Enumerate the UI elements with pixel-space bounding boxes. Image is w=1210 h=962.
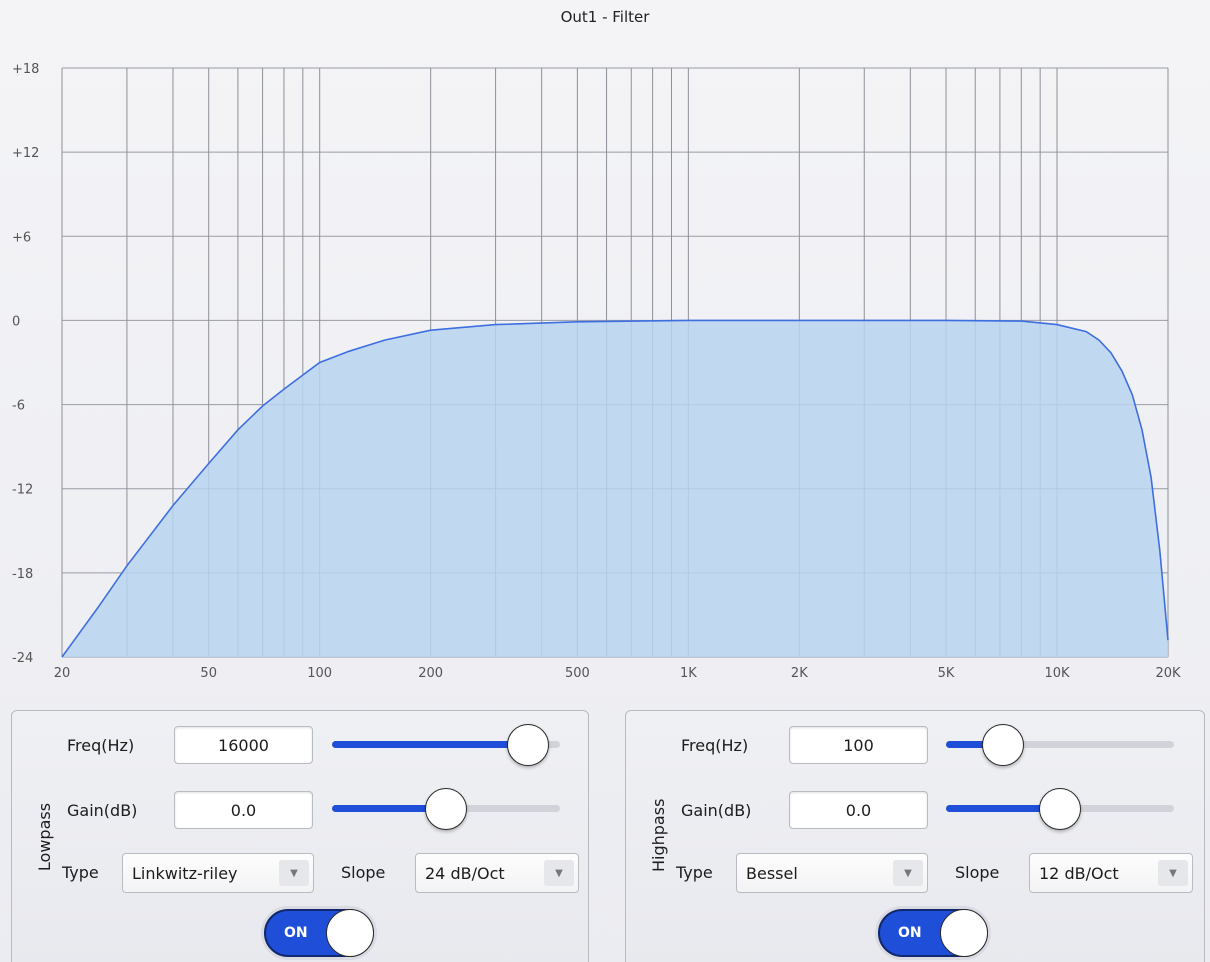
lowpass-freq-slider[interactable]: [332, 724, 560, 766]
highpass-gain-input[interactable]: [789, 791, 928, 829]
x-tick-label: 20K: [1155, 666, 1181, 681]
lowpass-gain-label: Gain(dB): [67, 801, 138, 820]
x-tick-label: 1K: [680, 666, 697, 681]
lowpass-type-dropdown[interactable]: Linkwitz-riley ▼: [122, 853, 314, 893]
chevron-down-icon[interactable]: ▼: [893, 860, 923, 886]
highpass-slope-dropdown[interactable]: 12 dB/Oct ▼: [1029, 853, 1193, 893]
response-area: [62, 320, 1168, 657]
toggle-on-label: ON: [898, 925, 922, 941]
chevron-down-icon[interactable]: ▼: [544, 860, 574, 886]
slider-thumb[interactable]: [425, 788, 467, 830]
x-tick-label: 2K: [791, 666, 808, 681]
lowpass-freq-input[interactable]: [174, 726, 313, 764]
highpass-slope-value: 12 dB/Oct: [1039, 864, 1119, 883]
highpass-type-dropdown[interactable]: Bessel ▼: [736, 853, 928, 893]
x-tick-label: 5K: [938, 666, 955, 681]
lowpass-label: Lowpass: [35, 802, 54, 872]
toggle-knob: [326, 909, 374, 957]
y-tick-label: -18: [12, 567, 33, 582]
highpass-label: Highpass: [649, 798, 668, 872]
highpass-type-label: Type: [676, 863, 713, 882]
lowpass-slope-label: Slope: [341, 863, 386, 882]
slider-thumb[interactable]: [1039, 788, 1081, 830]
y-tick-label: -12: [12, 483, 33, 498]
chevron-down-icon[interactable]: ▼: [1158, 860, 1188, 886]
lowpass-gain-input[interactable]: [174, 791, 313, 829]
highpass-on-toggle[interactable]: ON: [878, 909, 988, 957]
lowpass-slope-value: 24 dB/Oct: [425, 864, 505, 883]
highpass-gain-label: Gain(dB): [681, 801, 752, 820]
y-tick-label: -6: [12, 399, 25, 414]
y-tick-label: +12: [12, 146, 39, 161]
x-tick-label: 50: [200, 666, 217, 681]
lowpass-slope-dropdown[interactable]: 24 dB/Oct ▼: [415, 853, 579, 893]
lowpass-type-value: Linkwitz-riley: [132, 864, 238, 883]
y-tick-label: +6: [12, 230, 31, 245]
lowpass-type-label: Type: [62, 863, 99, 882]
highpass-slope-label: Slope: [955, 863, 1000, 882]
slider-thumb[interactable]: [982, 724, 1024, 766]
slider-fill: [332, 741, 529, 748]
highpass-freq-input[interactable]: [789, 726, 928, 764]
x-tick-label: 100: [307, 666, 332, 681]
highpass-panel: Highpass Freq(Hz) Gain(dB) Type Bessel ▼…: [625, 710, 1205, 962]
highpass-freq-slider[interactable]: [946, 724, 1174, 766]
x-tick-label: 10K: [1044, 666, 1070, 681]
lowpass-gain-slider[interactable]: [332, 788, 560, 830]
y-tick-label: 0: [12, 314, 20, 329]
lowpass-panel: Lowpass Freq(Hz) Gain(dB) Type Linkwitz-…: [11, 710, 589, 962]
toggle-knob: [940, 909, 988, 957]
x-tick-label: 20: [54, 666, 71, 681]
lowpass-on-toggle[interactable]: ON: [264, 909, 374, 957]
y-tick-label: +18: [12, 62, 39, 77]
highpass-freq-label: Freq(Hz): [681, 736, 749, 755]
x-tick-label: 500: [565, 666, 590, 681]
frequency-response-chart[interactable]: +18 +12 +6 0 -6 -12 -18 -24 20 50 100 200 500 1K 2K 5K 1…: [0, 0, 1210, 700]
y-tick-label: -24: [12, 651, 33, 666]
highpass-gain-slider[interactable]: [946, 788, 1174, 830]
slider-thumb[interactable]: [507, 724, 550, 766]
toggle-on-label: ON: [284, 925, 308, 941]
lowpass-freq-label: Freq(Hz): [67, 736, 135, 755]
chevron-down-icon[interactable]: ▼: [279, 860, 309, 886]
x-tick-label: 200: [418, 666, 443, 681]
highpass-type-value: Bessel: [746, 864, 798, 883]
